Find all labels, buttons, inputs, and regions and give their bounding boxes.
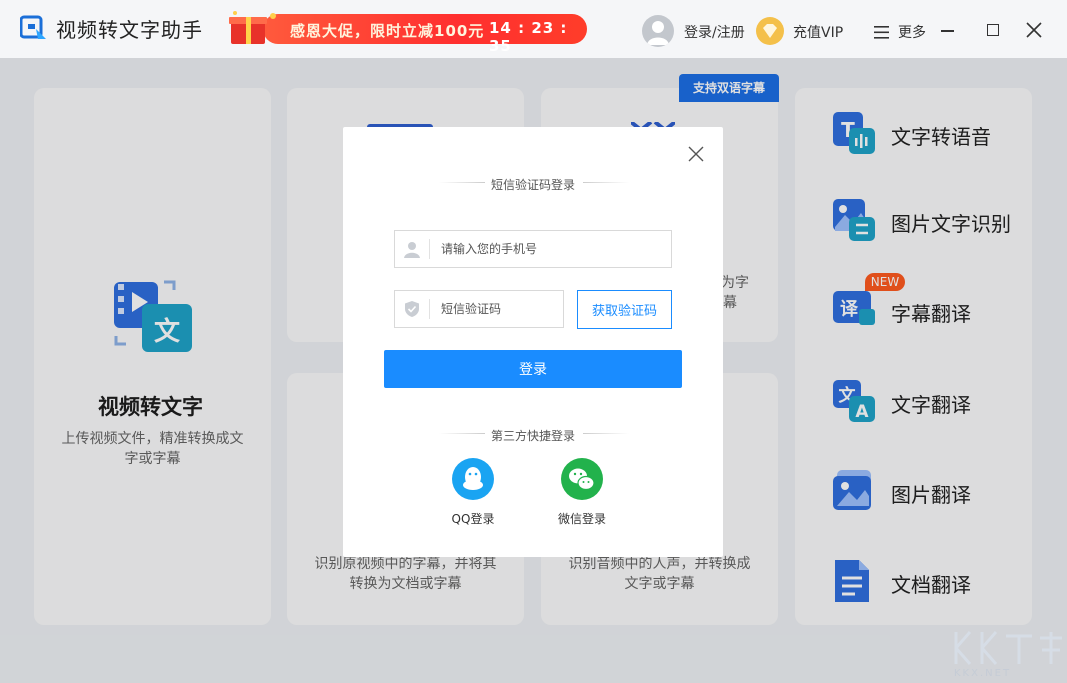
qq-login-button[interactable]: QQ登录 (433, 458, 513, 527)
recharge-vip-link[interactable]: 充值VIP (793, 22, 843, 42)
promo-banner[interactable]: 感恩大促，限时立减100元 14 : 23 : 35 (225, 8, 587, 48)
app-title: 视频转文字助手 (56, 14, 203, 43)
sms-login-title: 短信验证码登录 (343, 176, 723, 193)
vip-diamond-icon[interactable] (755, 16, 785, 46)
divider (583, 182, 629, 183)
promo-countdown: 14 : 23 : 35 (489, 19, 587, 55)
sms-code-field[interactable] (394, 290, 564, 328)
window-close-icon[interactable] (1026, 22, 1042, 38)
login-button[interactable]: 登录 (384, 350, 682, 388)
title-bar: 视频转文字助手 感恩大促，限时立减100元 14 : 23 : 35 登录/注册… (0, 0, 1067, 58)
more-menu-button[interactable]: 更多 (898, 22, 926, 42)
app-logo-icon (20, 15, 48, 41)
watermark-text: KKX.NET (954, 668, 1011, 679)
field-separator (429, 239, 430, 259)
field-separator (429, 299, 430, 319)
user-icon (403, 240, 421, 258)
sms-code-input[interactable] (441, 291, 559, 327)
phone-input[interactable] (441, 231, 661, 267)
shield-icon (403, 300, 421, 318)
login-register-link[interactable]: 登录/注册 (684, 22, 745, 42)
wechat-login-button[interactable]: 微信登录 (542, 458, 622, 527)
promo-text: 感恩大促，限时立减100元 (290, 20, 484, 41)
avatar-icon[interactable] (642, 15, 674, 47)
close-icon[interactable] (688, 146, 704, 162)
qq-icon (452, 458, 494, 500)
divider (583, 433, 629, 434)
minimize-button[interactable] (941, 30, 954, 32)
qq-login-label: QQ登录 (433, 510, 513, 527)
login-dialog: 短信验证码登录 获取验证码 登录 第三方快捷登录 QQ登录 (343, 127, 723, 557)
wechat-icon (561, 458, 603, 500)
third-party-title: 第三方快捷登录 (343, 427, 723, 444)
phone-field[interactable] (394, 230, 672, 268)
maximize-button[interactable] (987, 24, 999, 36)
wechat-login-label: 微信登录 (542, 510, 622, 527)
gift-icon (225, 8, 283, 48)
get-code-button[interactable]: 获取验证码 (577, 290, 672, 329)
menu-icon[interactable] (874, 26, 889, 39)
